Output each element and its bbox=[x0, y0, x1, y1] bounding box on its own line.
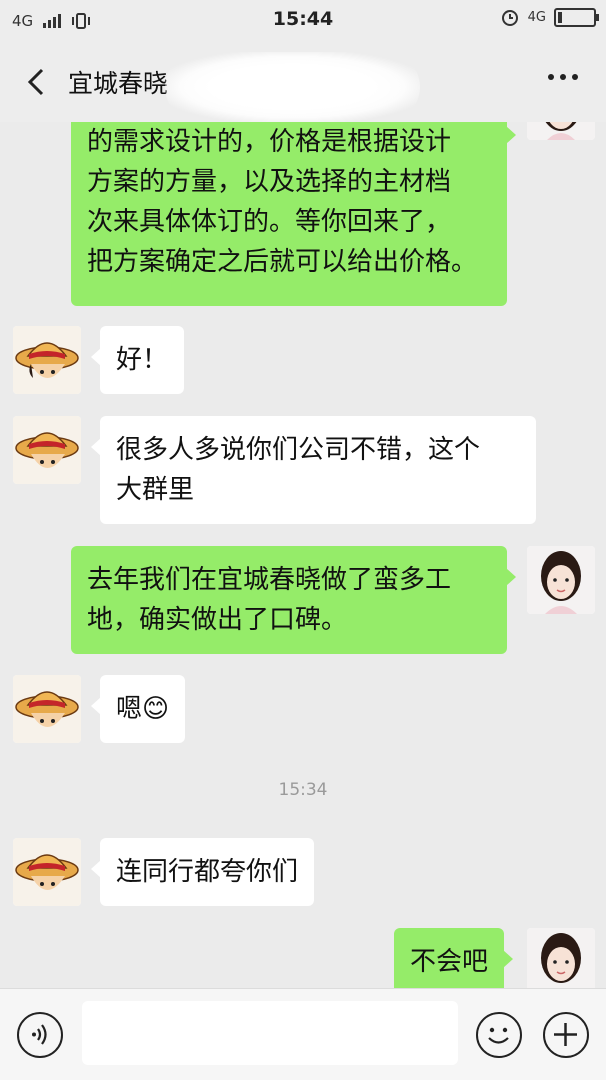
avatar-self[interactable] bbox=[527, 122, 595, 140]
status-right: 4G bbox=[500, 7, 599, 27]
battery-icon bbox=[554, 7, 599, 27]
emoji-icon[interactable] bbox=[476, 1012, 522, 1058]
message-timestamp: 15:34 bbox=[278, 780, 328, 800]
more-dots-icon[interactable] bbox=[548, 74, 578, 80]
avatar-contact[interactable] bbox=[13, 675, 81, 743]
message-bubble-own: 去年我们在宜城春晓做了蛮多工 地，确实做出了口碑。 bbox=[71, 546, 516, 654]
chat-header: 宜城春晓 bbox=[0, 42, 606, 122]
message-bubble-contact: 嗯😊 bbox=[90, 675, 186, 743]
message-bubble-contact: 连同行都夸你们 bbox=[90, 838, 315, 906]
message-bubble-own: 的需求设计的，价格是根据设计 方案的方量，以及选择的主材档 次来具体体订的。等你… bbox=[71, 122, 516, 306]
network-type-right: 4G bbox=[527, 9, 546, 25]
alarm-icon bbox=[501, 10, 518, 26]
voice-icon[interactable] bbox=[17, 1012, 63, 1058]
message-input[interactable] bbox=[82, 1001, 458, 1065]
message-list: 的需求设计的，价格是根据设计 方案的方量，以及选择的主材档 次来具体体订的。等你… bbox=[0, 122, 606, 988]
chat-title: 宜城春晓 bbox=[68, 69, 169, 98]
avatar-contact[interactable] bbox=[13, 326, 81, 394]
plus-icon[interactable] bbox=[543, 1012, 589, 1058]
avatar-contact[interactable] bbox=[13, 838, 81, 906]
avatar-self[interactable] bbox=[527, 928, 595, 988]
input-bar bbox=[0, 988, 606, 1080]
message-bubble-own: 不会吧 bbox=[394, 928, 514, 988]
back-arrow-icon[interactable] bbox=[18, 60, 58, 104]
redaction-blur bbox=[165, 52, 420, 122]
avatar-self[interactable] bbox=[527, 546, 595, 614]
message-bubble-contact: 好！ bbox=[90, 326, 185, 394]
avatar-contact[interactable] bbox=[13, 416, 81, 484]
message-bubble-contact: 很多人多说你们公司不错，这个 大群里 bbox=[91, 416, 536, 524]
status-bar: 4G 15:44 4G bbox=[0, 0, 606, 42]
